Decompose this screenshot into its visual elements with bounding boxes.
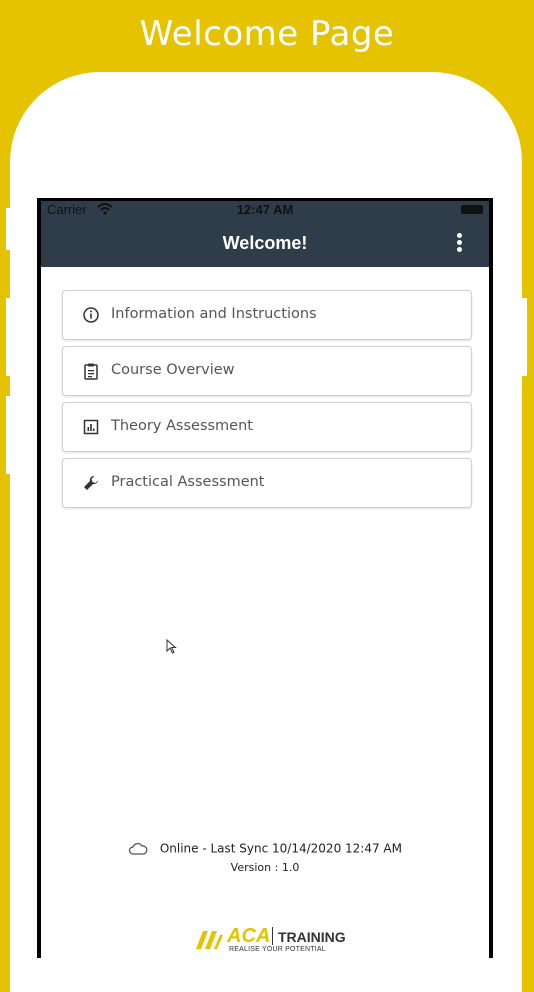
app-screen: Carrier 12:47 AM Welcome! Information an… [41,201,489,961]
more-options-icon[interactable] [455,233,463,253]
device-screen: Carrier 12:47 AM Welcome! Information an… [37,198,493,961]
status-time: 12:47 AM [236,202,294,217]
phone-side-button [6,298,12,376]
bar-chart-icon [83,419,99,435]
logo-product: TRAINING [278,929,346,945]
menu-item-information[interactable]: Information and Instructions [62,290,472,340]
page-headline: Welcome Page [139,14,395,54]
version-label: Version : 1.0 [230,861,300,874]
nav-bar: Welcome! [41,219,489,267]
logo-divider [272,927,273,945]
menu-list: Information and Instructions Course Over… [62,290,472,514]
phone-side-button [6,208,12,250]
menu-item-theory-assessment[interactable]: Theory Assessment [62,402,472,452]
status-bar: Carrier 12:47 AM [41,201,489,219]
menu-item-label: Theory Assessment [111,418,253,434]
sync-status-text: Online - Last Sync 10/14/2020 12:47 AM [159,841,402,856]
logo-chevrons-icon [196,931,223,949]
info-icon [83,307,99,323]
menu-item-label: Information and Instructions [111,306,317,322]
menu-item-practical-assessment[interactable]: Practical Assessment [62,458,472,508]
menu-item-label: Practical Assessment [111,474,265,490]
cloud-icon [128,842,148,855]
phone-side-button [521,298,527,376]
aca-training-logo: ACA TRAINING REALISE YOUR POTENTIAL [194,923,346,957]
sync-status: Online - Last Sync 10/14/2020 12:47 AM [41,841,489,856]
clipboard-icon [84,363,98,380]
menu-item-course-overview[interactable]: Course Overview [62,346,472,396]
nav-title: Welcome! [222,233,308,253]
phone-side-button [6,396,12,474]
logo-brand: ACA [227,925,271,947]
mouse-cursor-icon [166,639,177,654]
battery-icon [461,205,483,214]
wrench-icon [84,476,98,490]
menu-item-label: Course Overview [111,362,235,378]
